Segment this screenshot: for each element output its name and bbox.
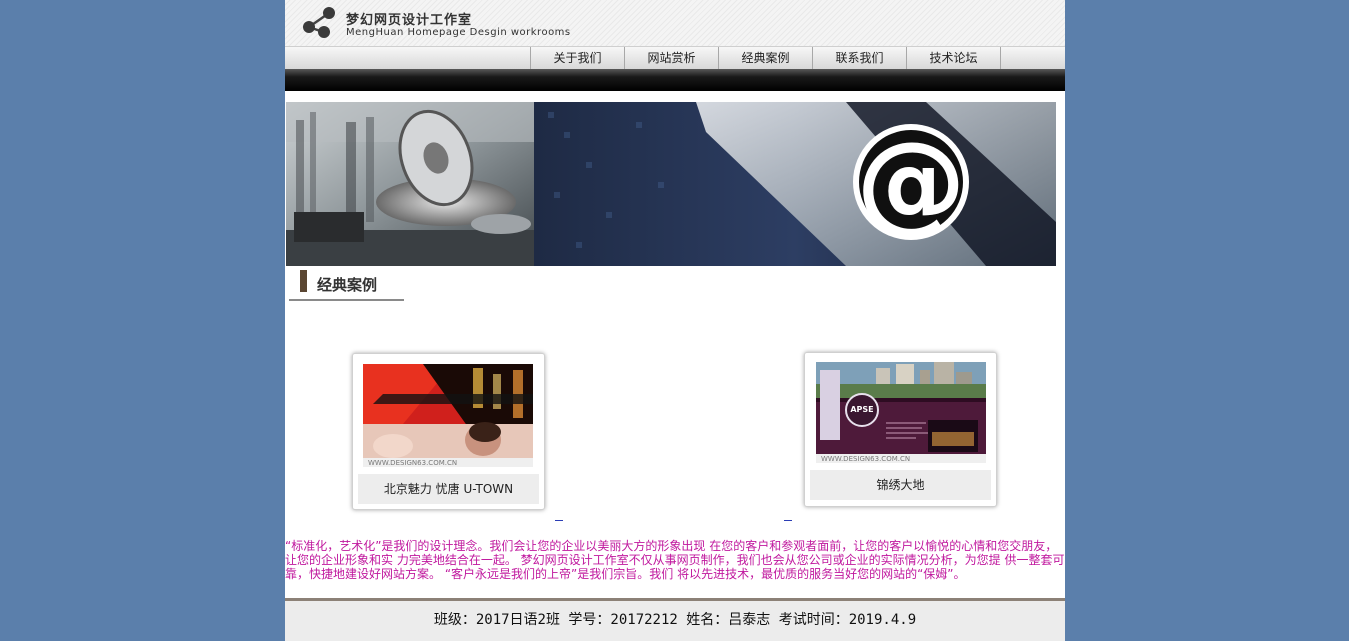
site-title-cn: 梦幻网页设计工作室 — [346, 13, 473, 28]
case-card-jinxiu[interactable]: APSE WWW.DESIGN63.COM.CN 锦绣大地 — [804, 352, 997, 507]
case-thumbnail: WWW.DESIGN63.COM.CN — [363, 364, 533, 467]
case-caption: 锦绣大地 — [810, 470, 991, 500]
case-watermark: WWW.DESIGN63.COM.CN — [368, 459, 457, 467]
molecule-dots-icon — [303, 7, 335, 38]
section-title: 经典案例 — [317, 276, 378, 294]
header-divider-bar — [285, 69, 1065, 91]
page-container: 梦幻网页设计工作室 MengHuan Homepage Desgin workr… — [285, 0, 1065, 641]
nav-item-cases[interactable]: 经典案例 — [719, 47, 813, 70]
case-thumbnail: APSE WWW.DESIGN63.COM.CN — [816, 362, 986, 463]
site-title-en: MengHuan Homepage Desgin workrooms — [346, 27, 571, 38]
intro-paragraph: “标准化，艺术化”是我们的设计理念。我们会让您的企业以美丽大方的形象出现 在您的… — [285, 539, 1065, 581]
case-link-underline[interactable] — [784, 520, 792, 521]
nav-item-about[interactable]: 关于我们 — [531, 47, 625, 70]
case-card-utown[interactable]: WWW.DESIGN63.COM.CN 北京魅力 忧唐 U-TOWN — [352, 353, 545, 510]
case-link-underline[interactable] — [555, 520, 563, 521]
nav-item-contact[interactable]: 联系我们 — [813, 47, 907, 70]
main-nav: 关于我们 网站赏析 经典案例 联系我们 技术论坛 — [285, 46, 1065, 70]
hero-banner: @ — [286, 102, 1056, 266]
nav-item-showcase[interactable]: 网站赏析 — [625, 47, 719, 70]
nav-item-forum[interactable]: 技术论坛 — [907, 47, 1001, 70]
case-watermark: WWW.DESIGN63.COM.CN — [821, 455, 910, 463]
case-caption: 北京魅力 忧唐 U-TOWN — [358, 474, 539, 504]
banner-at-symbol: @ — [856, 118, 966, 246]
case-logo-text: APSE — [850, 405, 873, 414]
section-marker — [300, 270, 307, 292]
site-header: 梦幻网页设计工作室 MengHuan Homepage Desgin workr… — [285, 0, 1065, 46]
footer-info: 班级：2017日语2班 学号：20172212 姓名：吕泰志 考试时间：2019… — [285, 598, 1065, 641]
section-underline — [289, 299, 404, 301]
banner-image: @ — [286, 102, 1056, 266]
